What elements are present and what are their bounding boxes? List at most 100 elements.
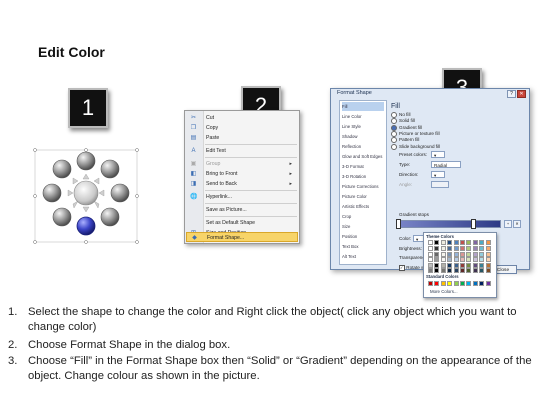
gradient-stop-handle[interactable] (471, 219, 476, 229)
color-swatch[interactable] (472, 251, 478, 257)
ball-bottom-selected[interactable] (76, 216, 96, 236)
add-stop-button[interactable]: + (504, 220, 512, 228)
color-swatch[interactable] (485, 257, 491, 263)
color-swatch[interactable] (453, 246, 459, 252)
color-swatch[interactable] (447, 262, 453, 268)
color-swatch[interactable] (453, 240, 459, 245)
color-swatch[interactable] (428, 268, 433, 273)
help-button[interactable]: ? (507, 90, 516, 98)
color-swatch[interactable] (453, 268, 459, 273)
color-swatch[interactable] (466, 268, 472, 273)
color-swatch[interactable] (460, 251, 465, 257)
color-swatch[interactable] (479, 268, 485, 273)
color-swatch[interactable] (485, 246, 491, 252)
menu-item-format-shape[interactable]: ◆ Format Shape... (186, 232, 298, 242)
color-swatch[interactable] (447, 246, 453, 252)
menu-item-copy[interactable]: ❐ Copy (186, 123, 298, 133)
menu-item-bring-to-front[interactable]: ◧ Bring to Front ▸ (186, 169, 298, 179)
color-swatch[interactable] (472, 246, 478, 252)
color-swatch[interactable] (479, 246, 485, 252)
color-swatch[interactable] (440, 246, 446, 252)
category-item[interactable]: Text Box (342, 242, 384, 251)
menu-item-hyperlink[interactable]: 🌐 Hyperlink... (186, 192, 298, 202)
color-swatch[interactable] (460, 262, 465, 268)
color-swatch[interactable] (428, 281, 433, 286)
color-swatch[interactable] (434, 281, 440, 286)
color-swatch[interactable] (428, 240, 433, 245)
color-swatch[interactable] (479, 240, 485, 245)
color-swatch[interactable] (428, 262, 433, 268)
color-swatch[interactable] (472, 262, 478, 268)
angle-input[interactable] (431, 181, 449, 188)
center-ball[interactable] (73, 180, 99, 206)
fill-option-radio[interactable]: Solid fill (391, 118, 415, 125)
color-swatch[interactable] (466, 281, 472, 286)
color-swatch[interactable] (460, 246, 465, 252)
menu-item-save-as-picture[interactable]: Save as Picture... (186, 205, 298, 215)
preset-colors-picker[interactable]: ▾ (431, 151, 445, 158)
color-swatch[interactable] (453, 257, 459, 263)
color-swatch[interactable] (434, 257, 440, 263)
color-swatch[interactable] (479, 281, 485, 286)
color-swatch[interactable] (434, 240, 440, 245)
category-item[interactable]: 3-D Format (342, 162, 384, 171)
color-swatch[interactable] (447, 257, 453, 263)
menu-item-cut[interactable]: ✂ Cut (186, 113, 298, 123)
category-item[interactable]: Crop (342, 212, 384, 221)
fill-option-radio[interactable]: Slide background fill (391, 143, 440, 150)
color-swatch[interactable] (485, 281, 491, 286)
category-item[interactable]: Line Style (342, 122, 384, 131)
menu-item-group[interactable]: ▣ Group ▸ (186, 159, 298, 169)
color-swatch[interactable] (466, 257, 472, 263)
color-swatch[interactable] (479, 251, 485, 257)
fill-option-radio[interactable]: Pattern fill (391, 137, 419, 144)
category-item[interactable]: Picture Corrections (342, 182, 384, 191)
fill-option-radio[interactable]: Gradient fill (391, 124, 422, 131)
color-swatch[interactable] (440, 262, 446, 268)
color-swatch[interactable] (460, 240, 465, 245)
ball-bottom-right[interactable] (100, 207, 120, 227)
color-swatch[interactable] (466, 246, 472, 252)
ball-top-right[interactable] (100, 159, 120, 179)
category-item[interactable]: 3-D Rotation (342, 172, 384, 181)
color-swatch[interactable] (453, 281, 459, 286)
color-swatch[interactable] (447, 281, 453, 286)
color-swatch[interactable] (428, 246, 433, 252)
color-swatch[interactable] (472, 281, 478, 286)
color-swatch[interactable] (472, 240, 478, 245)
color-swatch[interactable] (472, 257, 478, 263)
ball-top-left[interactable] (52, 159, 72, 179)
color-swatch[interactable] (447, 268, 453, 273)
color-swatch[interactable] (434, 268, 440, 273)
color-swatch[interactable] (479, 257, 485, 263)
color-swatch[interactable] (434, 251, 440, 257)
category-item[interactable]: Alt Text (342, 252, 384, 261)
color-swatch[interactable] (434, 262, 440, 268)
color-swatch[interactable] (428, 251, 433, 257)
color-swatch[interactable] (485, 262, 491, 268)
category-item[interactable]: Glow and Soft Edges (342, 152, 384, 161)
color-swatch[interactable] (434, 246, 440, 252)
color-swatch[interactable] (453, 251, 459, 257)
color-swatch[interactable] (472, 268, 478, 273)
category-item[interactable]: Shadow (342, 132, 384, 141)
category-item[interactable]: Picture Color (342, 192, 384, 201)
category-item[interactable]: Position (342, 232, 384, 241)
ball-bottom-left[interactable] (52, 207, 72, 227)
color-swatch[interactable] (460, 257, 465, 263)
color-swatch[interactable] (485, 240, 491, 245)
category-item[interactable]: Fill (342, 102, 384, 111)
remove-stop-button[interactable]: ✕ (513, 220, 521, 228)
color-swatch[interactable] (485, 251, 491, 257)
category-item[interactable]: Line Color (342, 112, 384, 121)
ball-right[interactable] (110, 183, 130, 203)
color-swatch[interactable] (440, 281, 446, 286)
type-dropdown[interactable]: Radial (431, 161, 461, 168)
color-swatch[interactable] (440, 268, 446, 273)
gradient-stops-bar[interactable] (396, 219, 501, 229)
fill-option-radio[interactable]: No fill (391, 112, 411, 118)
color-swatch[interactable] (466, 262, 472, 268)
ball-left[interactable] (42, 183, 62, 203)
color-swatch[interactable] (466, 251, 472, 257)
color-swatch[interactable] (466, 240, 472, 245)
